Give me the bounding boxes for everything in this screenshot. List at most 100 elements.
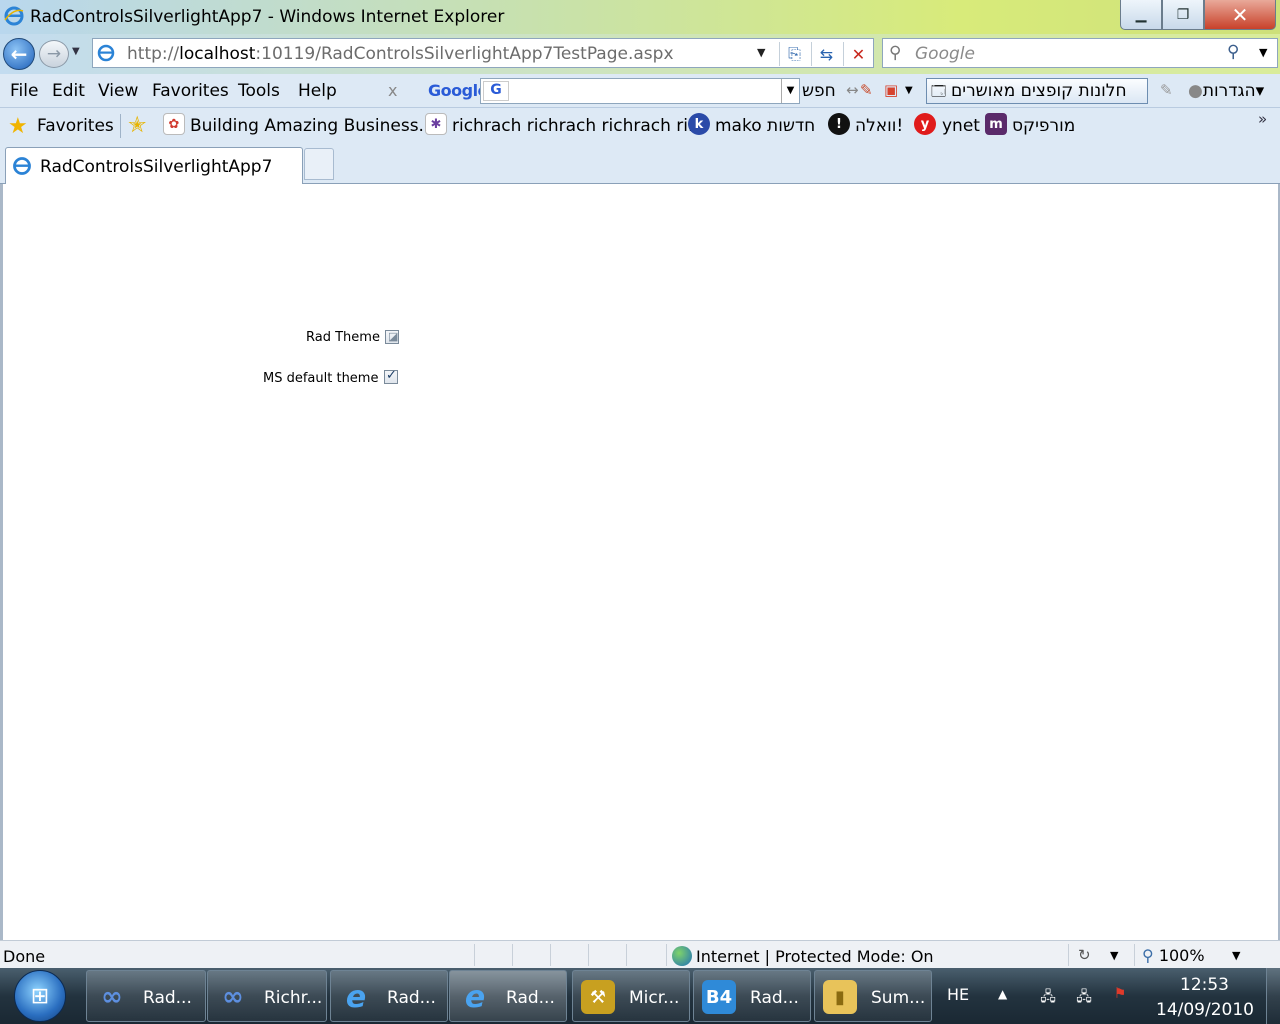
minimize-icon: ▁ bbox=[1135, 6, 1147, 23]
search-provider-icon: ⚲ bbox=[889, 43, 902, 63]
clock-time[interactable]: 12:53 bbox=[1180, 975, 1229, 995]
ie-page-icon bbox=[97, 44, 115, 62]
close-icon: ✕ bbox=[1231, 2, 1249, 27]
page-icon: ✿ bbox=[163, 113, 185, 135]
tab-bar: RadControlsSilverlightApp7 bbox=[0, 144, 1280, 184]
settings-button[interactable]: ●הגדרות▾ bbox=[1188, 81, 1264, 101]
close-button[interactable]: ✕ bbox=[1204, 0, 1276, 30]
chevron-more-icon[interactable]: » bbox=[1258, 110, 1267, 128]
privacy-dropdown-icon[interactable]: ▼ bbox=[1110, 949, 1118, 962]
tab-radcontrols[interactable]: RadControlsSilverlightApp7 bbox=[5, 147, 303, 184]
ms-default-theme-checkbox[interactable]: ✓ bbox=[384, 368, 398, 384]
show-hidden-icons-icon[interactable]: ▲ bbox=[998, 987, 1007, 1001]
network-icon[interactable]: 🖧 bbox=[1074, 986, 1094, 1006]
favorite-item-mako[interactable]: mako חדשות bbox=[715, 116, 815, 136]
taskbar-button-microsoft[interactable]: ⚒ Micr... bbox=[572, 970, 690, 1022]
menu-favorites[interactable]: Favorites bbox=[152, 81, 229, 101]
favorite-item-morfix[interactable]: מורפיקס bbox=[1012, 116, 1075, 136]
google-search-input[interactable]: G ▼ bbox=[480, 78, 800, 104]
favorites-bar: ★ Favorites ✭ ✿ Building Amazing Busines… bbox=[0, 108, 1280, 144]
url-dropdown[interactable]: ▼ bbox=[757, 46, 765, 59]
ms-default-theme-label: MS default theme bbox=[263, 371, 379, 386]
apps-dropdown-icon[interactable]: ▼ bbox=[905, 85, 913, 96]
menu-view[interactable]: View bbox=[98, 81, 138, 101]
ie-icon bbox=[4, 6, 24, 26]
status-divider bbox=[550, 944, 551, 966]
toolbar-arrows-icon[interactable]: ↔ bbox=[846, 81, 859, 99]
taskbar: ⊞ ∞ Rad... ∞ Richr... e Rad... e Rad... … bbox=[0, 968, 1280, 1024]
favorite-item-richrach[interactable]: richrach richrach richrach ri... bbox=[452, 116, 704, 136]
windows-logo-icon: ⊞ bbox=[30, 983, 50, 1009]
forward-button[interactable]: → bbox=[39, 40, 69, 68]
address-row: ← → ▼ http://localhost:10119/RadControls… bbox=[0, 34, 1280, 74]
new-tab-button[interactable] bbox=[304, 148, 334, 180]
maximize-button[interactable]: ❐ bbox=[1162, 0, 1204, 30]
taskbar-button-summary-folder[interactable]: ▮ Sum... bbox=[814, 970, 932, 1022]
compatibility-view-button[interactable]: ⎘ bbox=[779, 42, 809, 66]
google-search-button[interactable]: חפש bbox=[802, 81, 836, 101]
address-bar[interactable]: http://localhost:10119/RadControlsSilver… bbox=[92, 38, 874, 68]
taskbar-button-rad-ie[interactable]: e Rad... bbox=[330, 970, 448, 1022]
visual-studio-icon: ∞ bbox=[222, 982, 244, 1012]
search-box[interactable]: ⚲ Google ⚲ ▼ bbox=[882, 38, 1278, 68]
network-icon[interactable]: 🖧 bbox=[1038, 986, 1058, 1006]
pen-icon[interactable]: ✎ bbox=[1160, 81, 1173, 99]
back-button[interactable]: ← bbox=[3, 38, 35, 70]
show-desktop-button[interactable] bbox=[1266, 968, 1280, 1024]
ie-icon: e bbox=[345, 979, 367, 1015]
google-apps-icon[interactable]: ▣ bbox=[884, 81, 898, 99]
morfix-icon: m bbox=[985, 113, 1007, 135]
page-content: Rad Theme ◪ MS default theme ✓ bbox=[0, 184, 1280, 940]
popup-blocker-icon: 🗔 bbox=[931, 84, 947, 100]
add-favorite-icon[interactable]: ✭ bbox=[128, 113, 146, 138]
favorites-button[interactable]: Favorites bbox=[37, 116, 114, 136]
refresh-button[interactable]: ⇆ bbox=[811, 42, 841, 66]
status-divider bbox=[626, 944, 627, 966]
taskbar-button-rad-vs[interactable]: ∞ Rad... bbox=[86, 970, 206, 1022]
status-divider bbox=[588, 944, 589, 966]
arrow-left-icon: ← bbox=[10, 42, 28, 66]
start-button[interactable]: ⊞ bbox=[14, 970, 66, 1022]
search-icon[interactable]: ⚲ bbox=[1227, 42, 1239, 62]
taskbar-button-rad-blend[interactable]: B4 Rad... bbox=[693, 970, 811, 1022]
status-divider bbox=[1134, 944, 1135, 966]
recent-pages-dropdown[interactable]: ▼ bbox=[72, 46, 80, 57]
clock-date[interactable]: 14/09/2010 bbox=[1156, 1000, 1254, 1020]
favorite-item-building[interactable]: Building Amazing Business... bbox=[190, 116, 435, 136]
menu-help[interactable]: Help bbox=[298, 81, 337, 101]
security-zone[interactable]: Internet | Protected Mode: On bbox=[672, 946, 934, 966]
google-toolbar-close-icon[interactable]: x bbox=[388, 81, 397, 100]
privacy-icon[interactable]: ↻ bbox=[1078, 946, 1091, 964]
menu-file[interactable]: File bbox=[10, 81, 38, 101]
blend-icon: B4 bbox=[702, 980, 736, 1014]
menu-tools[interactable]: Tools bbox=[238, 81, 280, 101]
popup-blocker-button[interactable]: 🗔 חלונות קופצים מאושרים bbox=[926, 78, 1148, 104]
favorites-divider bbox=[120, 114, 121, 138]
zoom-icon: ⚲ bbox=[1142, 946, 1154, 965]
google-g-icon[interactable]: G bbox=[483, 81, 509, 101]
window-title: RadControlsSilverlightApp7 - Windows Int… bbox=[30, 7, 505, 27]
zoom-dropdown-icon[interactable]: ▼ bbox=[1232, 949, 1240, 962]
favorite-item-walla[interactable]: וואלה! bbox=[855, 116, 903, 136]
minimize-button[interactable]: ▁ bbox=[1120, 0, 1162, 30]
url-text[interactable]: http://localhost:10119/RadControlsSilver… bbox=[127, 44, 674, 64]
rad-theme-checkbox[interactable]: ◪ bbox=[385, 330, 399, 344]
visual-studio-icon: ∞ bbox=[101, 982, 123, 1012]
search-options-dropdown[interactable]: ▼ bbox=[1259, 46, 1267, 59]
menu-edit[interactable]: Edit bbox=[52, 81, 85, 101]
favorites-star-icon[interactable]: ★ bbox=[8, 114, 28, 139]
taskbar-button-richrach-vs[interactable]: ∞ Richr... bbox=[207, 970, 327, 1022]
taskbar-button-rad-ie-active[interactable]: e Rad... bbox=[449, 970, 567, 1022]
status-divider bbox=[512, 944, 513, 966]
status-divider bbox=[1068, 944, 1069, 966]
status-bar: Done Internet | Protected Mode: On ↻ ▼ ⚲… bbox=[0, 940, 1280, 968]
title-bar: RadControlsSilverlightApp7 - Windows Int… bbox=[0, 0, 1280, 34]
highlight-icon[interactable]: ✎ bbox=[860, 81, 873, 99]
favorite-item-ynet[interactable]: ynet bbox=[942, 116, 980, 136]
stop-button[interactable]: ✕ bbox=[843, 42, 873, 66]
action-center-flag-icon[interactable]: ⚑ bbox=[1110, 986, 1130, 1006]
search-input[interactable]: Google bbox=[915, 44, 975, 64]
zoom-level[interactable]: ⚲ 100% bbox=[1142, 946, 1205, 965]
google-search-dropdown[interactable]: ▼ bbox=[781, 79, 799, 103]
language-indicator[interactable]: HE bbox=[947, 985, 969, 1004]
